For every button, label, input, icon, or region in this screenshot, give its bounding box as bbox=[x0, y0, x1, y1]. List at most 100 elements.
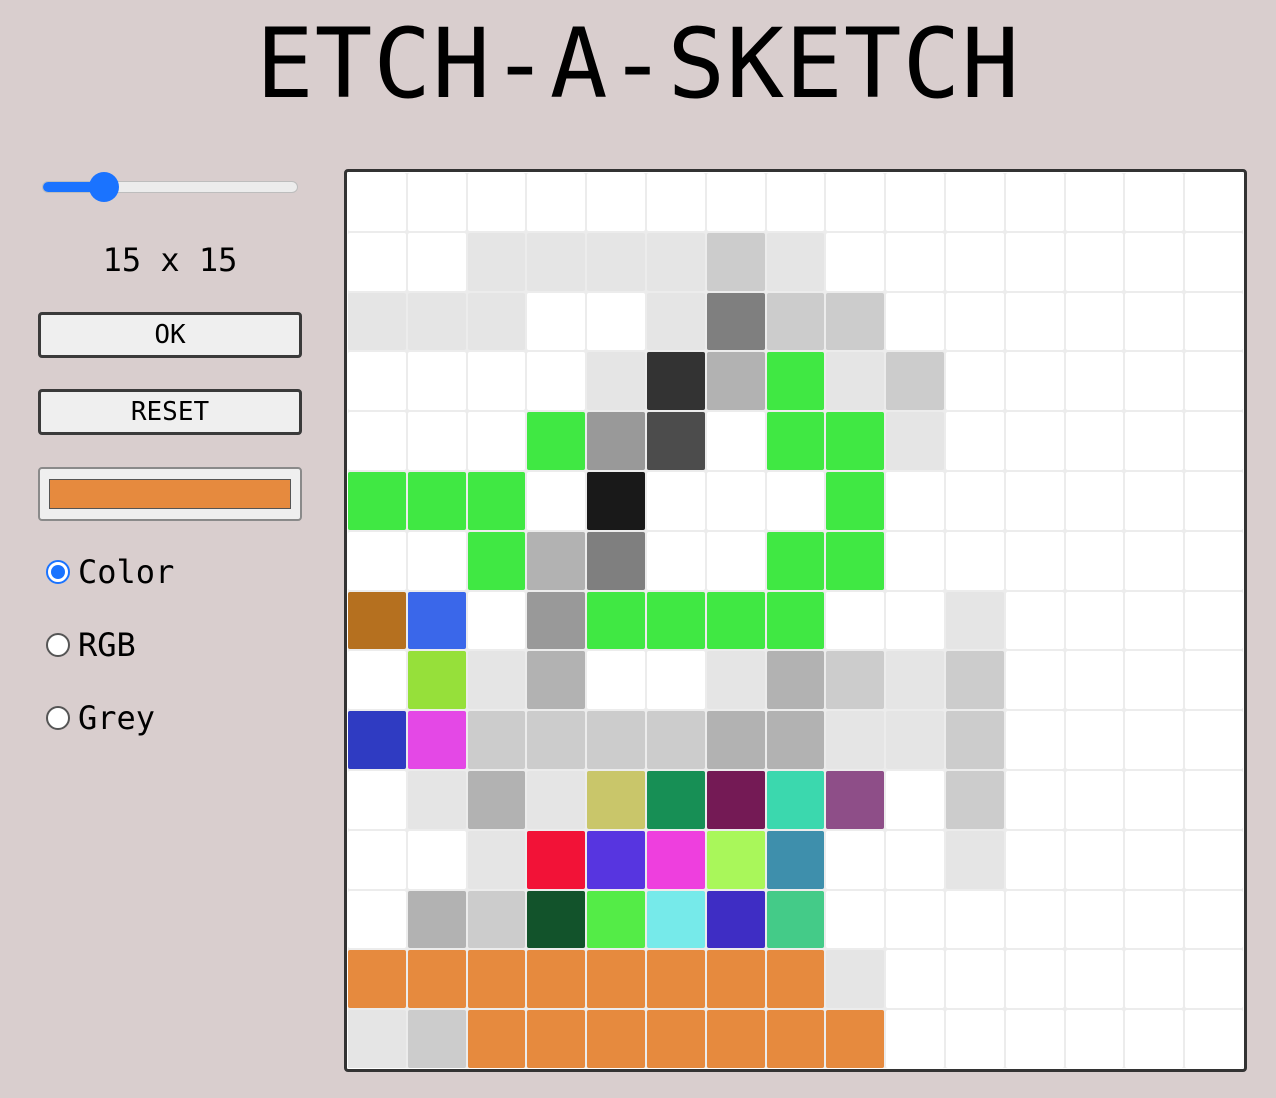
grid-cell[interactable] bbox=[706, 173, 765, 231]
grid-cell[interactable] bbox=[527, 232, 586, 291]
grid-cell[interactable] bbox=[1125, 950, 1184, 1009]
grid-cell[interactable] bbox=[646, 531, 705, 590]
grid-cell[interactable] bbox=[1005, 232, 1064, 291]
grid-cell[interactable] bbox=[1065, 830, 1124, 889]
grid-cell[interactable] bbox=[527, 890, 586, 949]
grid-cell[interactable] bbox=[886, 591, 944, 650]
grid-cell[interactable] bbox=[348, 830, 406, 889]
grid-cell[interactable] bbox=[1125, 352, 1184, 411]
grid-cell[interactable] bbox=[467, 770, 526, 829]
grid-cell[interactable] bbox=[945, 890, 1004, 949]
grid-cell[interactable] bbox=[826, 770, 885, 829]
grid-cell[interactable] bbox=[945, 352, 1004, 411]
grid-cell[interactable] bbox=[587, 890, 645, 949]
grid-cell[interactable] bbox=[1065, 292, 1124, 351]
grid-cell[interactable] bbox=[527, 591, 586, 650]
grid-cell[interactable] bbox=[348, 890, 406, 949]
grid-cell[interactable] bbox=[1005, 830, 1064, 889]
grid-cell[interactable] bbox=[587, 950, 645, 1009]
grid-cell[interactable] bbox=[1065, 770, 1124, 829]
grid-cell[interactable] bbox=[1185, 232, 1243, 291]
grid-cell[interactable] bbox=[646, 1010, 705, 1068]
mode-rgb-option[interactable]: RGB bbox=[46, 625, 136, 665]
grid-cell[interactable] bbox=[348, 1010, 406, 1068]
grid-cell[interactable] bbox=[1005, 890, 1064, 949]
grid-cell[interactable] bbox=[527, 651, 586, 710]
grid-cell[interactable] bbox=[1065, 531, 1124, 590]
grid-cell[interactable] bbox=[1125, 412, 1184, 470]
grid-cell[interactable] bbox=[587, 352, 645, 411]
grid-cell[interactable] bbox=[467, 412, 526, 470]
grid-cell[interactable] bbox=[945, 711, 1004, 769]
grid-cell[interactable] bbox=[646, 770, 705, 829]
grid-cell[interactable] bbox=[407, 830, 466, 889]
grid-cell[interactable] bbox=[587, 830, 645, 889]
grid-cell[interactable] bbox=[706, 950, 765, 1009]
grid-cell[interactable] bbox=[706, 352, 765, 411]
grid-cell[interactable] bbox=[646, 830, 705, 889]
mode-grey-radio[interactable] bbox=[46, 706, 70, 730]
grid-cell[interactable] bbox=[527, 1010, 586, 1068]
grid-cell[interactable] bbox=[407, 352, 466, 411]
grid-cell[interactable] bbox=[945, 232, 1004, 291]
grid-cell[interactable] bbox=[1005, 352, 1064, 411]
grid-cell[interactable] bbox=[407, 950, 466, 1009]
grid-cell[interactable] bbox=[706, 711, 765, 769]
grid-cell[interactable] bbox=[826, 830, 885, 889]
grid-cell[interactable] bbox=[348, 352, 406, 411]
grid-cell[interactable] bbox=[766, 471, 825, 530]
grid-cell[interactable] bbox=[527, 830, 586, 889]
grid-cell[interactable] bbox=[527, 711, 586, 769]
grid-cell[interactable] bbox=[467, 890, 526, 949]
grid-cell[interactable] bbox=[886, 531, 944, 590]
grid-cell[interactable] bbox=[587, 173, 645, 231]
grid-cell[interactable] bbox=[348, 950, 406, 1009]
grid-cell[interactable] bbox=[1125, 471, 1184, 530]
grid-cell[interactable] bbox=[1065, 412, 1124, 470]
grid-cell[interactable] bbox=[646, 591, 705, 650]
grid-cell[interactable] bbox=[706, 1010, 765, 1068]
grid-cell[interactable] bbox=[467, 651, 526, 710]
grid-cell[interactable] bbox=[945, 950, 1004, 1009]
grid-cell[interactable] bbox=[1005, 711, 1064, 769]
grid-cell[interactable] bbox=[348, 292, 406, 351]
grid-cell[interactable] bbox=[407, 1010, 466, 1068]
grid-cell[interactable] bbox=[646, 890, 705, 949]
grid-cell[interactable] bbox=[945, 591, 1004, 650]
grid-cell[interactable] bbox=[886, 711, 944, 769]
grid-cell[interactable] bbox=[348, 651, 406, 710]
grid-cell[interactable] bbox=[467, 352, 526, 411]
mode-grey-option[interactable]: Grey bbox=[46, 698, 155, 738]
grid-cell[interactable] bbox=[886, 651, 944, 710]
grid-cell[interactable] bbox=[706, 412, 765, 470]
grid-cell[interactable] bbox=[766, 292, 825, 351]
mode-rgb-radio[interactable] bbox=[46, 633, 70, 657]
grid-cell[interactable] bbox=[527, 352, 586, 411]
grid-cell[interactable] bbox=[1065, 352, 1124, 411]
grid-cell[interactable] bbox=[706, 770, 765, 829]
grid-cell[interactable] bbox=[407, 591, 466, 650]
grid-cell[interactable] bbox=[826, 412, 885, 470]
grid-cell[interactable] bbox=[467, 471, 526, 530]
grid-cell[interactable] bbox=[348, 412, 406, 470]
reset-button[interactable]: RESET bbox=[38, 389, 302, 435]
grid-cell[interactable] bbox=[1065, 890, 1124, 949]
grid-cell[interactable] bbox=[945, 1010, 1004, 1068]
grid-cell[interactable] bbox=[886, 292, 944, 351]
grid-cell[interactable] bbox=[407, 770, 466, 829]
grid-cell[interactable] bbox=[467, 531, 526, 590]
grid-cell[interactable] bbox=[587, 1010, 645, 1068]
grid-cell[interactable] bbox=[766, 352, 825, 411]
grid-cell[interactable] bbox=[826, 1010, 885, 1068]
grid-cell[interactable] bbox=[886, 770, 944, 829]
grid-cell[interactable] bbox=[886, 173, 944, 231]
grid-cell[interactable] bbox=[1065, 173, 1124, 231]
grid-cell[interactable] bbox=[587, 651, 645, 710]
grid-cell[interactable] bbox=[1185, 292, 1243, 351]
grid-cell[interactable] bbox=[886, 232, 944, 291]
grid-cell[interactable] bbox=[1005, 531, 1064, 590]
grid-cell[interactable] bbox=[1125, 830, 1184, 889]
grid-cell[interactable] bbox=[706, 471, 765, 530]
grid-cell[interactable] bbox=[886, 1010, 944, 1068]
grid-cell[interactable] bbox=[348, 770, 406, 829]
